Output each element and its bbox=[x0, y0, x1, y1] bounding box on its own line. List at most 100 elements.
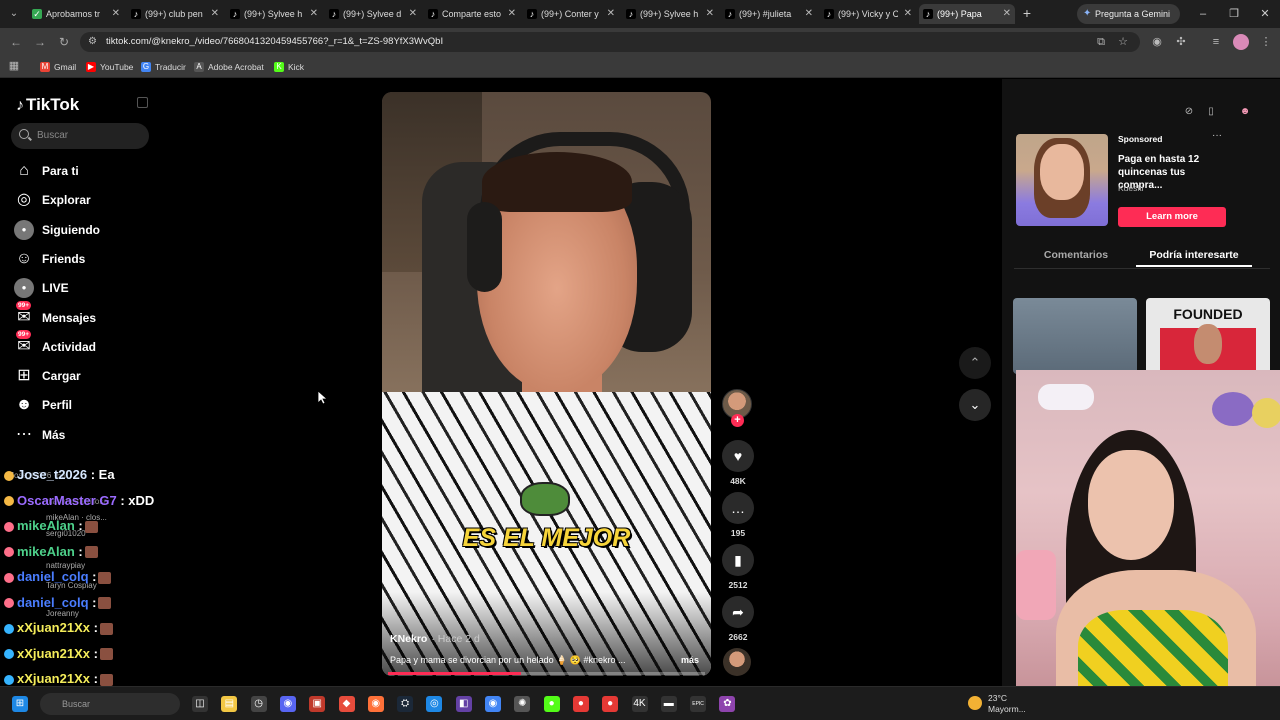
like-heart-icon[interactable]: ♥ bbox=[722, 440, 754, 472]
ad-more-icon[interactable]: ··· bbox=[1212, 130, 1222, 141]
minimize-icon[interactable]: – bbox=[1196, 6, 1210, 22]
author-name[interactable]: KNekro bbox=[390, 633, 427, 645]
gemini-button[interactable]: ✦ Pregunta a Gemini bbox=[1077, 4, 1181, 24]
extension-icon[interactable]: ◉ bbox=[1149, 34, 1165, 50]
chrome-icon[interactable]: ◉ bbox=[485, 696, 501, 712]
site-info-icon[interactable]: ⚙ bbox=[88, 36, 100, 48]
suggested-video-thumbnail[interactable] bbox=[1013, 298, 1137, 374]
tab-close-icon[interactable]: ✕ bbox=[508, 4, 516, 24]
sidebar-item-más[interactable]: ⋯ Más bbox=[14, 424, 154, 446]
browser-tab[interactable]: ♪ (99+) Conter y ✕ bbox=[523, 4, 619, 24]
bookmark-kick[interactable]: K Kick bbox=[274, 59, 304, 75]
sidebar-item-cargar[interactable]: ⊞ Cargar bbox=[14, 365, 154, 387]
task-view-icon[interactable]: ◫ bbox=[192, 696, 208, 712]
app-icon[interactable]: ✺ bbox=[514, 696, 531, 712]
tab-close-icon[interactable]: ✕ bbox=[112, 4, 120, 24]
app-icon[interactable]: 4K bbox=[631, 696, 648, 712]
taskbar-search-input[interactable]: Buscar bbox=[40, 693, 180, 715]
comment-icon[interactable]: … bbox=[722, 492, 754, 524]
sidebar-item-siguiendo[interactable]: ● Siguiendo bbox=[14, 219, 154, 241]
forward-icon[interactable]: → bbox=[32, 34, 48, 50]
tab-title[interactable]: (99+) Sylvee h bbox=[244, 4, 304, 24]
browser-menu-icon[interactable]: ⋮ bbox=[1258, 34, 1274, 50]
suggested-video-thumbnail[interactable]: FOUNDED bbox=[1146, 298, 1270, 374]
tab-title[interactable]: (99+) Papa bbox=[937, 4, 997, 24]
clock-app-icon[interactable]: ◷ bbox=[250, 696, 267, 712]
install-app-icon[interactable]: ⧉ bbox=[1093, 34, 1109, 50]
tab-title[interactable]: (99+) Sylvee h bbox=[640, 4, 700, 24]
app-icon[interactable]: ▣ bbox=[309, 696, 326, 712]
video-author[interactable]: KNekro · Hace 2 d bbox=[390, 633, 480, 645]
ad-thumbnail[interactable] bbox=[1016, 134, 1108, 226]
browser-tab[interactable]: ♪ (99+) Sylvee d ✕ bbox=[325, 4, 421, 24]
tab-search-icon[interactable]: ⌄ bbox=[6, 6, 22, 22]
user-avatar-icon[interactable]: ☻ bbox=[1238, 105, 1252, 119]
close-window-icon[interactable]: ✕ bbox=[1258, 6, 1272, 22]
tab-title[interactable]: (99+) club pen bbox=[145, 4, 205, 24]
browser-tab[interactable]: ♪ (99+) #julieta ✕ bbox=[721, 4, 817, 24]
app-icon[interactable]: ✿ bbox=[719, 696, 736, 712]
epic-games-icon[interactable]: EPIC bbox=[690, 696, 707, 712]
tab-close-icon[interactable]: ✕ bbox=[409, 4, 417, 24]
sidebar-item-live[interactable]: ● LIVE bbox=[14, 277, 154, 299]
apps-grid-icon[interactable]: ▦ bbox=[6, 58, 22, 74]
collapse-sidebar-icon[interactable] bbox=[137, 97, 148, 108]
app-icon[interactable]: ● bbox=[572, 696, 589, 712]
next-video-chevron-down-icon[interactable]: ⌄ bbox=[959, 389, 991, 421]
tab-comments[interactable]: Comentarios bbox=[1014, 243, 1138, 267]
tab-close-icon[interactable]: ✕ bbox=[805, 4, 813, 24]
firefox-icon[interactable]: ◉ bbox=[367, 696, 384, 712]
url-text[interactable]: tiktok.com/@knekro_/video/76680413204594… bbox=[106, 32, 443, 52]
bookmark-gmail[interactable]: M Gmail bbox=[40, 59, 76, 75]
device-icon[interactable]: ▯ bbox=[1204, 105, 1218, 119]
app-icon[interactable]: ◆ bbox=[338, 696, 355, 712]
tab-close-icon[interactable]: ✕ bbox=[607, 4, 615, 24]
sidebar-item-para-ti[interactable]: ⌂ Para ti bbox=[14, 160, 154, 182]
sidebar-item-explorar[interactable]: ◎ Explorar bbox=[14, 189, 154, 211]
tab-title[interactable]: (99+) Sylvee d bbox=[343, 4, 403, 24]
restore-icon[interactable]: ❐ bbox=[1227, 6, 1241, 22]
start-windows-icon[interactable]: ⊞ bbox=[12, 696, 28, 712]
app-icon[interactable]: ▬ bbox=[660, 696, 677, 712]
music-disc-icon[interactable] bbox=[723, 648, 751, 676]
new-tab-button[interactable]: + bbox=[1020, 4, 1034, 24]
tab-related[interactable]: Podría interesarte bbox=[1136, 243, 1252, 267]
back-icon[interactable]: ← bbox=[8, 34, 24, 50]
video-progress-bar[interactable] bbox=[388, 672, 705, 675]
tab-close-icon[interactable]: ✕ bbox=[904, 4, 912, 24]
tab-title[interactable]: Comparte esto bbox=[442, 4, 502, 24]
browser-tab[interactable]: ♪ Comparte esto ✕ bbox=[424, 4, 520, 24]
bookmark-adobe-acrobat[interactable]: A Adobe Acrobat bbox=[194, 59, 264, 75]
search-input[interactable]: Buscar bbox=[11, 123, 149, 149]
app-icon[interactable]: ◎ bbox=[426, 696, 443, 712]
steam-icon[interactable]: ⛭ bbox=[397, 696, 414, 712]
discord-icon[interactable]: ◉ bbox=[279, 696, 296, 712]
follow-plus-icon[interactable]: + bbox=[731, 414, 744, 427]
app-icon[interactable]: ◧ bbox=[455, 696, 472, 712]
share-arrow-icon[interactable]: ➦ bbox=[722, 596, 754, 628]
browser-tab[interactable]: ♪ (99+) club pen ✕ bbox=[127, 4, 223, 24]
bookmark-traducir[interactable]: G Traducir bbox=[141, 59, 186, 75]
tab-list-icon[interactable]: ≡ bbox=[1208, 34, 1224, 50]
bookmark-star-icon[interactable]: ☆ bbox=[1115, 34, 1131, 50]
tab-title[interactable]: (99+) Vicky y C bbox=[838, 4, 898, 24]
app-icon[interactable]: ● bbox=[543, 696, 560, 712]
tab-close-icon[interactable]: ✕ bbox=[706, 4, 714, 24]
address-bar[interactable]: ⚙ tiktok.com/@knekro_/video/766804132045… bbox=[80, 32, 1140, 52]
reload-icon[interactable]: ↻ bbox=[56, 34, 72, 50]
learn-more-button[interactable]: Learn more bbox=[1118, 207, 1226, 227]
sidebar-item-perfil[interactable]: ☻ Perfil bbox=[14, 394, 154, 416]
tab-close-icon[interactable]: ✕ bbox=[211, 4, 219, 24]
app-icon[interactable]: ● bbox=[602, 696, 619, 712]
tiktok-logo[interactable]: ♪ TikTok bbox=[16, 95, 79, 115]
tab-title[interactable]: (99+) Conter y bbox=[541, 4, 601, 24]
video-player[interactable]: ES EL MEJOR KNekro · Hace 2 d Papa y mama… bbox=[382, 92, 711, 676]
extensions-puzzle-icon[interactable]: ✣ bbox=[1173, 34, 1189, 50]
tab-close-icon[interactable]: ✕ bbox=[310, 4, 318, 24]
tab-title[interactable]: Aprobamos tr bbox=[46, 4, 106, 24]
browser-tab[interactable]: ♪ (99+) Vicky y C ✕ bbox=[820, 4, 916, 24]
browser-tab[interactable]: ♪ (99+) Sylvee h ✕ bbox=[226, 4, 322, 24]
tab-close-icon[interactable]: ✕ bbox=[1003, 4, 1011, 24]
tab-title[interactable]: (99+) #julieta bbox=[739, 4, 799, 24]
previous-video-chevron-up-icon[interactable]: ⌃ bbox=[959, 347, 991, 379]
